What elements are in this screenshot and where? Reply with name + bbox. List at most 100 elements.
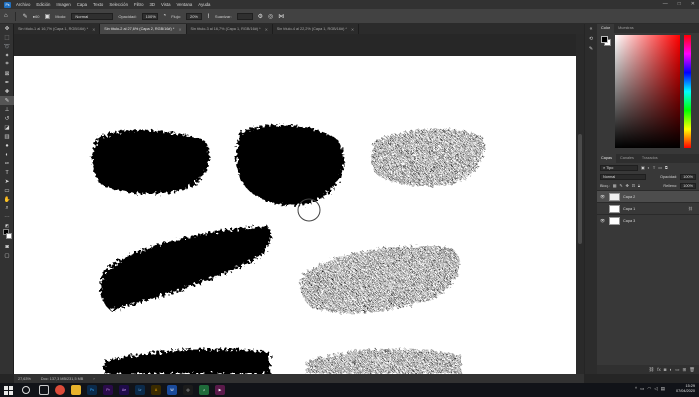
history-panel-icon[interactable]: ⟲ — [585, 34, 597, 44]
battery-icon[interactable]: ▭ — [640, 386, 644, 392]
lock-all-icon[interactable]: 🔒︎ — [638, 184, 640, 188]
app-icon-9[interactable]: ▶ — [215, 385, 225, 395]
filter-type-icon[interactable]: T — [653, 166, 655, 170]
photoshop-logo-icon[interactable]: Ps — [4, 1, 11, 8]
layer-filter-select[interactable]: ⌕ Tipo — [600, 164, 638, 171]
type-tool-icon[interactable]: T — [0, 168, 14, 177]
filter-adjustment-icon[interactable]: ◐ — [648, 166, 650, 170]
rectangle-tool-icon[interactable]: ▭ — [0, 186, 14, 195]
network-icon[interactable]: ◠ — [647, 386, 651, 392]
close-tab-icon[interactable]: ✕ — [178, 27, 181, 32]
tray-arrow-icon[interactable]: ^ — [635, 386, 637, 392]
brush-angle-icon[interactable]: ◎ — [268, 13, 273, 20]
eraser-tool-icon[interactable]: ◪ — [0, 123, 14, 132]
hand-tool-icon[interactable]: ✋ — [0, 195, 14, 204]
menu-archivo[interactable]: Archivo — [16, 2, 30, 7]
app-icon-7[interactable]: ◎ — [183, 385, 193, 395]
blend-mode-select[interactable]: Normal — [600, 173, 646, 180]
background-color-swatch[interactable] — [6, 233, 12, 239]
visibility-eye-icon[interactable]: 👁︎ — [600, 194, 606, 199]
brush-settings-icon[interactable]: ▣ — [45, 13, 51, 20]
lock-position-icon[interactable]: ✥ — [626, 183, 629, 188]
mode-select[interactable]: Normal — [71, 12, 114, 20]
tab-paths[interactable]: Trazados — [638, 154, 662, 163]
filter-shape-icon[interactable]: ▭ — [658, 165, 662, 170]
task-view-icon[interactable] — [39, 385, 49, 395]
chrome-icon[interactable] — [55, 385, 65, 395]
home-icon[interactable]: ⌂ — [4, 13, 8, 19]
menu-filtro[interactable]: Filtro — [134, 2, 144, 7]
layer-row[interactable]: 👁︎ Capa 3 — [597, 214, 699, 226]
fill-input[interactable]: 100% — [680, 182, 696, 189]
app-icon-3[interactable]: Ae — [119, 385, 129, 395]
menu-ayuda[interactable]: Ayuda — [198, 2, 210, 7]
app-icon-6[interactable]: W — [167, 385, 177, 395]
tab-swatches[interactable]: Muestras — [614, 24, 638, 33]
adjustment-layer-icon[interactable]: ◐ — [670, 367, 673, 372]
tab-channels[interactable]: Canales — [616, 154, 638, 163]
notifications-icon[interactable]: ▤ — [661, 386, 665, 392]
smoothing-options-icon[interactable]: ⚙ — [258, 13, 263, 20]
app-icon-4[interactable]: Lr — [135, 385, 145, 395]
visibility-eye-icon[interactable]: 👁︎ — [600, 218, 606, 223]
close-button[interactable]: ✕ — [691, 1, 695, 7]
app-icon-5[interactable]: A — [151, 385, 161, 395]
pen-tool-icon[interactable]: ✑ — [0, 159, 14, 168]
layer-name[interactable]: Capa 1 — [623, 207, 635, 211]
close-tab-icon[interactable]: ✕ — [92, 27, 95, 32]
quick-selection-tool-icon[interactable]: ✦ — [0, 51, 14, 60]
menu-seleccion[interactable]: Selección — [109, 2, 128, 7]
volume-icon[interactable]: ◁ — [654, 386, 657, 392]
brush-tool-icon[interactable]: ✎ — [0, 96, 14, 105]
color-picker-field[interactable] — [615, 35, 680, 148]
doc-tab-2[interactable]: Sin título-2 al 27,6% (Capa 2, RGB/16#) … — [100, 24, 187, 34]
eyedropper-tool-icon[interactable]: ✒ — [0, 78, 14, 87]
flow-input[interactable]: 20% — [185, 12, 202, 20]
layer-opacity-input[interactable]: 100% — [680, 173, 696, 180]
pressure-opacity-icon[interactable]: ◔ — [163, 13, 167, 19]
opacity-input[interactable]: 100% — [141, 12, 158, 20]
layer-name[interactable]: Capa 3 — [623, 219, 635, 223]
add-mask-icon[interactable]: ◙ — [664, 367, 667, 372]
menu-imagen[interactable]: Imagen — [56, 2, 70, 7]
frame-tool-icon[interactable]: ⊠ — [0, 69, 14, 78]
dodge-tool-icon[interactable]: ◐ — [0, 150, 14, 159]
filter-smart-icon[interactable]: ⧉ — [665, 166, 668, 170]
zoom-level[interactable]: 27,63% — [18, 377, 31, 381]
menu-edicion[interactable]: Edición — [36, 2, 50, 7]
layer-style-icon[interactable]: fx — [657, 367, 661, 372]
clone-stamp-tool-icon[interactable]: ⊥ — [0, 105, 14, 114]
foreground-color-chip[interactable] — [601, 36, 608, 43]
more-tools-icon[interactable]: ⋯ — [0, 213, 14, 222]
app-icon-1[interactable]: Ps — [87, 385, 97, 395]
lock-pixels-icon[interactable]: ✎ — [619, 183, 622, 188]
menu-texto[interactable]: Texto — [93, 2, 103, 7]
brush-preset-picker[interactable]: ●60 — [33, 14, 40, 19]
new-group-icon[interactable]: ▭ — [675, 367, 679, 373]
file-explorer-icon[interactable] — [71, 385, 81, 395]
quick-mask-icon[interactable]: ◙ — [0, 242, 14, 251]
filter-pixel-icon[interactable]: ▣ — [641, 165, 645, 170]
menu-ventana[interactable]: Ventana — [177, 2, 193, 7]
screen-mode-icon[interactable]: ▢ — [0, 251, 14, 260]
crop-tool-icon[interactable]: ⌗ — [0, 60, 14, 69]
tab-color[interactable]: Color — [597, 24, 615, 33]
layer-row[interactable]: Capa 1 ⛓ — [597, 202, 699, 214]
minimize-button[interactable]: — — [663, 1, 668, 7]
lasso-tool-icon[interactable]: ➰ — [0, 42, 14, 51]
blur-tool-icon[interactable]: ● — [0, 141, 14, 150]
layer-name[interactable]: Capa 2 — [623, 195, 635, 199]
marquee-tool-icon[interactable]: ⬚ — [0, 33, 14, 42]
doc-tab-4[interactable]: Sin título-4 al 22,2% (Capa 1, RGB/16#) … — [273, 24, 360, 34]
brush-settings-panel-icon[interactable]: ✎ — [585, 44, 597, 54]
maximize-button[interactable]: □ — [678, 1, 681, 7]
menu-vista[interactable]: Vista — [161, 2, 170, 7]
lock-transparency-icon[interactable]: ▦ — [613, 183, 617, 188]
windows-start-icon[interactable] — [4, 385, 13, 395]
zoom-tool-icon[interactable]: ⌕ — [0, 204, 14, 213]
clock[interactable]: 15:29 07/04/2020 — [676, 384, 695, 394]
scrollbar-thumb[interactable] — [578, 134, 582, 244]
hue-slider[interactable] — [684, 35, 691, 148]
healing-brush-tool-icon[interactable]: ✚ — [0, 87, 14, 96]
delete-layer-icon[interactable]: 🗑︎ — [689, 367, 695, 373]
